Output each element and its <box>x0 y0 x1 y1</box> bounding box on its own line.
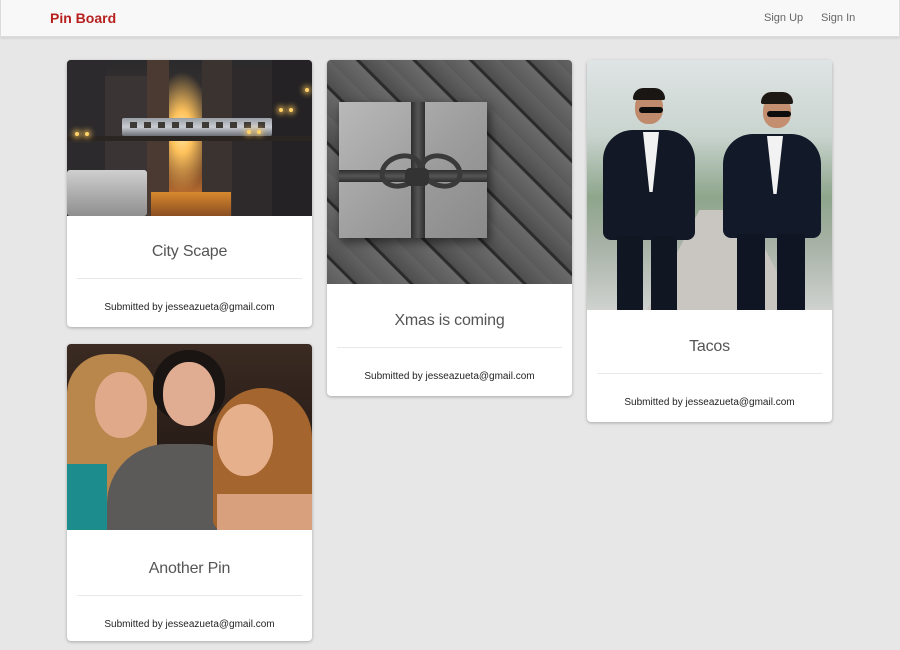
brand-logo-link[interactable]: Pin Board <box>50 10 116 26</box>
pin-title: Another Pin <box>148 560 231 577</box>
pin-image[interactable] <box>67 344 312 530</box>
sign-up-link[interactable]: Sign Up <box>764 12 803 24</box>
pin-submitter: Submitted by jesseazueta@gmail.com <box>104 619 275 630</box>
sign-in-link[interactable]: Sign In <box>821 12 855 24</box>
card-divider <box>597 373 822 374</box>
pin-image[interactable] <box>67 60 312 216</box>
navbar: Pin Board Sign Up Sign In <box>0 0 900 37</box>
pin-card[interactable]: Another Pin Submitted by jesseazueta@gma… <box>67 344 312 641</box>
pin-card[interactable]: Tacos Submitted by jesseazueta@gmail.com <box>587 60 832 422</box>
pin-submitter: Submitted by jesseazueta@gmail.com <box>364 371 535 382</box>
pin-submitter: Submitted by jesseazueta@gmail.com <box>104 302 275 313</box>
pin-title: Tacos <box>689 338 730 355</box>
pin-title: City Scape <box>151 243 228 260</box>
pin-image[interactable] <box>587 60 832 310</box>
card-divider <box>77 595 302 596</box>
card-divider <box>77 278 302 279</box>
pin-submitter: Submitted by jesseazueta@gmail.com <box>624 397 795 408</box>
pin-card[interactable]: Xmas is coming Submitted by jesseazueta@… <box>327 60 572 396</box>
pin-image[interactable] <box>327 60 572 284</box>
card-divider <box>337 347 562 348</box>
pin-title: Xmas is coming <box>394 312 505 329</box>
pin-card[interactable]: City Scape Submitted by jesseazueta@gmai… <box>67 60 312 327</box>
